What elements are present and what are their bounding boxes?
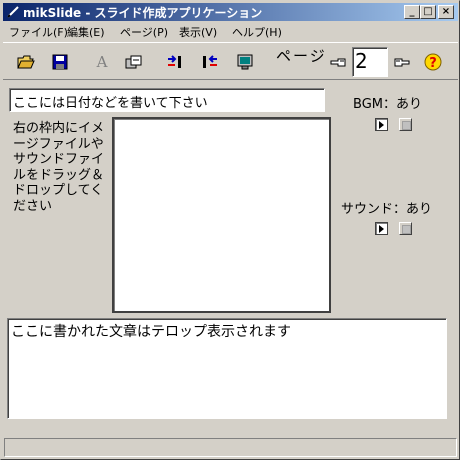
sound-stop-button[interactable] — [399, 222, 412, 235]
menu-view[interactable]: 表示(V) — [179, 24, 217, 40]
title-bar[interactable]: mikSlide - スライド作成アプリケーション _ □ × — [3, 3, 458, 21]
insert-image-icon — [125, 55, 142, 69]
next-page-button[interactable] — [390, 51, 412, 73]
help-button[interactable]: ? — [422, 51, 444, 73]
page-number-input[interactable]: 2 — [352, 47, 388, 77]
bgm-status-label: BGM：あり — [353, 97, 422, 112]
prev-page-button[interactable] — [328, 51, 350, 73]
menu-bar: ファイル(F) 編集(E) ページ(P) 表示(V) ヘルプ(H) — [3, 22, 458, 40]
pointing-hand-left-icon — [330, 58, 346, 67]
sound-status-label: サウンド：あり — [341, 202, 433, 217]
menu-edit[interactable]: 編集(E) — [67, 24, 105, 40]
font-a-icon: A — [96, 53, 108, 71]
main-window: mikSlide - スライド作成アプリケーション _ □ × ファイル(F) … — [0, 0, 460, 460]
preview-button[interactable] — [234, 51, 256, 73]
telop-text-area[interactable]: ここに書かれた文章はテロップ表示されます — [7, 318, 447, 419]
svg-text:?: ? — [429, 56, 437, 71]
toolbar: A ページ 2 ? — [3, 42, 458, 80]
save-disk-icon — [52, 54, 68, 70]
image-drop-area[interactable] — [112, 117, 331, 313]
save-button[interactable] — [49, 51, 71, 73]
sound-play-button[interactable] — [375, 222, 388, 235]
font-button[interactable]: A — [91, 51, 113, 73]
menu-page[interactable]: ページ(P) — [120, 24, 168, 40]
page-label: ページ — [276, 47, 327, 65]
pen-icon — [7, 6, 19, 18]
open-button[interactable] — [15, 51, 37, 73]
bgm-stop-button[interactable] — [399, 118, 412, 131]
delete-page-icon — [203, 55, 217, 68]
help-question-icon: ? — [424, 53, 442, 71]
maximize-button[interactable]: □ — [420, 5, 436, 19]
delete-page-button[interactable] — [198, 51, 220, 73]
close-button[interactable]: × — [438, 5, 454, 19]
date-text-field[interactable]: ここには日付などを書いて下さい — [9, 88, 325, 112]
status-bar — [4, 438, 457, 457]
insert-page-icon — [168, 55, 181, 68]
monitor-preview-icon — [237, 54, 253, 70]
insert-image-button[interactable] — [123, 51, 145, 73]
window-title: mikSlide - スライド作成アプリケーション — [23, 6, 263, 20]
bgm-play-button[interactable] — [375, 118, 388, 131]
drop-instructions: 右の枠内にイメージファイルやサウンドファイルをドラッグ＆ドロップしてください — [13, 121, 105, 214]
menu-file[interactable]: ファイル(F) — [9, 24, 68, 40]
menu-help[interactable]: ヘルプ(H) — [232, 24, 282, 40]
pointing-hand-right-icon — [394, 58, 410, 67]
open-folder-icon — [17, 55, 35, 69]
insert-page-button[interactable] — [165, 51, 187, 73]
minimize-button[interactable]: _ — [404, 5, 420, 19]
